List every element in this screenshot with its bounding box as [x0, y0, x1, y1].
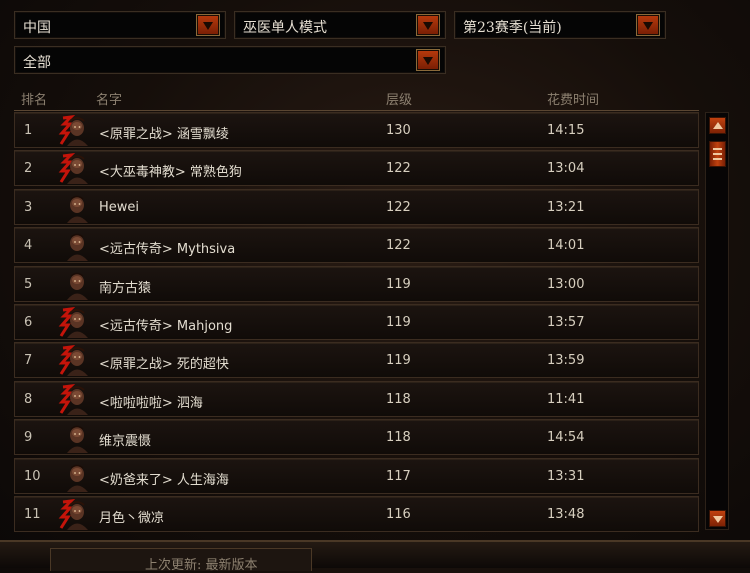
level-value: 122 — [386, 238, 411, 254]
female-witch-doctor-portrait-icon — [58, 153, 88, 185]
player-name: <原罪之战> 涵雪飘绫 — [99, 127, 229, 142]
leaderboard-row[interactable]: 10 <奶爸来了> 人生海海 117 13:31 — [14, 457, 699, 494]
leaderboard-row[interactable]: 9 维京震慑 118 14:54 — [14, 419, 699, 456]
female-witch-doctor-portrait-icon — [58, 115, 88, 146]
chevron-down-icon — [423, 57, 433, 65]
chevron-down-icon — [643, 22, 653, 30]
rank-value: 11 — [24, 507, 41, 522]
arrow-up-icon — [713, 122, 723, 129]
rank-value: 6 — [24, 315, 33, 330]
player-name: 维京震慑 — [99, 434, 152, 450]
female-witch-doctor-portrait-icon — [58, 307, 88, 338]
player-name: <啦啦啦啦> 泗海 — [99, 395, 203, 411]
time-value: 13:04 — [547, 161, 585, 177]
leaderboard-list: 1 <原罪之战> 涵雪飘绫 130 14:15 2 <大巫毒神教> 常熟色狗 122 13:0… — [14, 112, 699, 532]
male-witch-doctor-portrait-icon — [67, 272, 88, 300]
player-name: <大巫毒神教> 常熟色狗 — [99, 165, 242, 181]
female-witch-doctor-portrait-icon — [58, 383, 88, 415]
female-witch-doctor-portrait-icon — [58, 345, 88, 377]
level-value: 118 — [386, 430, 411, 446]
rank-value: 10 — [24, 468, 41, 484]
leaderboard-header: 排名 名字 层级 花费时间 — [14, 84, 699, 111]
rank-value: 3 — [24, 199, 33, 215]
leaderboard-row[interactable]: 11 月色丶微凉 116 13:48 — [14, 496, 699, 532]
rank-value: 9 — [24, 430, 33, 446]
time-value: 13:59 — [547, 353, 585, 369]
leaderboard-row[interactable]: 4 <远古传奇> Mythsiva 122 14:01 — [14, 227, 699, 264]
leaderboard-row[interactable]: 7 <原罪之战> 死的超快 119 13:59 — [14, 342, 699, 379]
rank-value: 4 — [24, 238, 33, 254]
region-dropdown-button[interactable] — [196, 14, 220, 36]
time-value: 13:21 — [547, 199, 585, 215]
level-value: 119 — [386, 353, 411, 369]
rank-value: 8 — [24, 391, 33, 407]
player-name: <原罪之战> 死的超快 — [99, 357, 229, 373]
time-value: 14:01 — [547, 238, 585, 254]
time-value: 14:54 — [547, 430, 585, 446]
male-witch-doctor-portrait-icon — [67, 464, 88, 492]
level-value: 119 — [386, 315, 411, 330]
column-time: 花费时间 — [547, 93, 600, 108]
chevron-down-icon — [203, 22, 213, 30]
rank-value: 7 — [24, 353, 33, 369]
time-value: 13:57 — [547, 315, 585, 330]
player-name: 南方古猿 — [99, 280, 152, 296]
level-value: 119 — [386, 276, 411, 292]
leaderboard-row[interactable]: 5 南方古猿 119 13:00 — [14, 265, 699, 302]
scroll-down-button[interactable] — [709, 510, 726, 527]
player-name: <奶爸来了> 人生海海 — [99, 472, 229, 488]
leaderboard-row[interactable]: 8 <啦啦啦啦> 泗海 118 11:41 — [14, 380, 699, 417]
player-name: Hewei — [99, 199, 140, 215]
leaderboard-row[interactable]: 1 <原罪之战> 涵雪飘绫 130 14:15 — [14, 112, 699, 148]
region-dropdown[interactable]: 中国 — [14, 11, 226, 39]
mode-value: 巫医单人模式 — [243, 20, 327, 36]
rank-value: 5 — [24, 276, 33, 292]
time-value: 11:41 — [547, 391, 585, 407]
region-value: 中国 — [23, 20, 51, 36]
male-witch-doctor-portrait-icon — [67, 195, 88, 223]
column-name: 名字 — [96, 93, 123, 108]
leaderboard-row[interactable]: 3 Hewei 122 13:21 — [14, 188, 699, 225]
scroll-up-button[interactable] — [709, 117, 726, 134]
player-name: 月色丶微凉 — [99, 511, 165, 526]
mode-dropdown[interactable]: 巫医单人模式 — [234, 11, 446, 39]
level-value: 117 — [386, 468, 411, 484]
level-value: 116 — [386, 507, 411, 522]
rank-value: 2 — [24, 161, 33, 177]
season-dropdown[interactable]: 第23赛季(当前) — [454, 11, 666, 39]
time-value: 13:48 — [547, 507, 585, 522]
mode-dropdown-button[interactable] — [416, 14, 440, 36]
time-value: 13:00 — [547, 276, 585, 292]
last-updated-text: 上次更新: 最新版本 — [145, 558, 258, 573]
rank-value: 1 — [24, 123, 33, 138]
column-rank: 排名 — [21, 93, 48, 108]
time-value: 14:15 — [547, 123, 585, 138]
level-value: 118 — [386, 391, 411, 407]
level-value: 122 — [386, 199, 411, 215]
level-value: 130 — [386, 123, 411, 138]
level-value: 122 — [386, 161, 411, 177]
category-value: 全部 — [23, 55, 51, 71]
male-witch-doctor-portrait-icon — [67, 233, 88, 262]
arrow-down-icon — [713, 516, 723, 523]
player-name: <远古传奇> Mythsiva — [99, 242, 236, 258]
scrollbar[interactable] — [705, 112, 729, 530]
category-dropdown-button[interactable] — [416, 49, 440, 71]
player-name: <远古传奇> Mahjong — [99, 319, 233, 334]
scroll-thumb[interactable] — [709, 141, 726, 167]
chevron-down-icon — [423, 22, 433, 30]
time-value: 13:31 — [547, 468, 585, 484]
male-witch-doctor-portrait-icon — [67, 425, 88, 454]
column-level: 层级 — [386, 93, 413, 108]
category-dropdown[interactable]: 全部 — [14, 46, 446, 74]
season-dropdown-button[interactable] — [636, 14, 660, 36]
footer-bar: 上次更新: 最新版本 — [0, 540, 750, 573]
female-witch-doctor-portrait-icon — [58, 499, 88, 530]
leaderboard-row[interactable]: 6 <远古传奇> Mahjong 119 13:57 — [14, 304, 699, 340]
season-value: 第23赛季(当前) — [463, 20, 562, 36]
leaderboard-row[interactable]: 2 <大巫毒神教> 常熟色狗 122 13:04 — [14, 150, 699, 187]
